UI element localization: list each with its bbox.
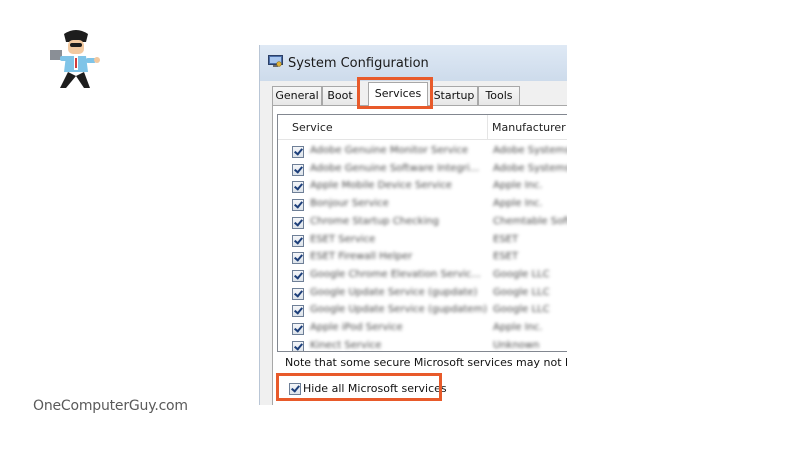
table-row[interactable]: ESET Firewall Helper ESET xyxy=(278,249,567,266)
onecomputerguy-logo xyxy=(50,30,100,88)
service-manufacturer: Google LLC xyxy=(493,268,550,280)
window-title: System Configuration xyxy=(288,56,429,71)
service-manufacturer: ESET xyxy=(493,233,519,245)
table-row[interactable]: Google Update Service (gupdate) Google L… xyxy=(278,285,567,302)
service-checkbox[interactable] xyxy=(292,269,304,282)
service-name: Google Chrome Elevation Servic... xyxy=(310,268,481,280)
tab-services[interactable]: Services xyxy=(368,82,428,106)
tab-startup[interactable]: Startup xyxy=(430,86,478,105)
service-name: Kinect Service xyxy=(310,339,382,351)
service-name: ESET Firewall Helper xyxy=(310,251,413,263)
table-row[interactable]: Chrome Startup Checking Chemtable Soft xyxy=(278,214,567,231)
service-manufacturer: Chemtable Soft xyxy=(493,215,567,227)
service-name: Adobe Genuine Monitor Service xyxy=(310,145,468,156)
table-row[interactable]: Apple iPod Service Apple Inc. xyxy=(278,320,567,337)
table-row[interactable]: Google Update Service (gupdatem) Google … xyxy=(278,302,567,319)
tab-boot[interactable]: Boot xyxy=(322,86,358,105)
service-checkbox[interactable] xyxy=(292,287,304,300)
table-row[interactable]: Adobe Genuine Software Integri... Adobe … xyxy=(278,161,567,178)
table-row[interactable]: Google Chrome Elevation Servic... Google… xyxy=(278,267,567,284)
service-checkbox[interactable] xyxy=(292,252,304,265)
service-name: Apple iPod Service xyxy=(310,322,403,333)
service-name: Apple Mobile Device Service xyxy=(310,180,452,192)
service-checkbox[interactable] xyxy=(292,181,304,194)
hide-microsoft-services-highlight xyxy=(276,373,442,401)
secure-services-note: Note that some secure Microsoft services… xyxy=(285,356,567,369)
service-checkbox[interactable] xyxy=(292,234,304,247)
service-checkbox[interactable] xyxy=(292,340,304,351)
title-bar: System Configuration xyxy=(260,45,567,81)
service-checkbox[interactable] xyxy=(292,199,304,212)
system-configuration-window: System Configuration General Boot Servic… xyxy=(259,45,567,405)
service-manufacturer: Apple Inc. xyxy=(493,180,543,192)
service-name: Google Update Service (gupdate) xyxy=(310,286,478,298)
service-checkbox[interactable] xyxy=(292,305,304,318)
service-manufacturer: Unknown xyxy=(493,339,540,351)
table-row[interactable]: Adobe Genuine Monitor Service Adobe Syst… xyxy=(278,143,567,160)
service-checkbox[interactable] xyxy=(292,323,304,335)
column-divider xyxy=(487,115,488,139)
site-watermark: OneComputerGuy.com xyxy=(33,398,188,414)
services-list[interactable]: Service Manufacturer Adobe Genuine Monit… xyxy=(277,114,567,352)
service-manufacturer: Apple Inc. xyxy=(493,322,543,333)
tab-general[interactable]: General xyxy=(272,86,322,105)
service-manufacturer: Adobe Systems xyxy=(493,162,567,174)
tab-tools[interactable]: Tools xyxy=(478,86,520,105)
msconfig-icon xyxy=(268,55,283,67)
service-manufacturer: Google LLC xyxy=(493,304,550,316)
table-row[interactable]: Kinect Service Unknown xyxy=(278,338,567,351)
service-manufacturer: Google LLC xyxy=(493,286,550,298)
service-checkbox[interactable] xyxy=(292,163,304,176)
service-checkbox[interactable] xyxy=(292,216,304,229)
table-row[interactable]: Bonjour Service Apple Inc. xyxy=(278,196,567,213)
column-header-service[interactable]: Service xyxy=(292,121,333,134)
service-manufacturer: ESET xyxy=(493,251,519,263)
column-header-manufacturer[interactable]: Manufacturer xyxy=(492,121,566,134)
service-checkbox[interactable] xyxy=(292,146,304,158)
service-name: Google Update Service (gupdatem) xyxy=(310,304,488,316)
table-row[interactable]: Apple Mobile Device Service Apple Inc. xyxy=(278,178,567,195)
service-manufacturer: Adobe Systems xyxy=(493,145,567,156)
service-name: Chrome Startup Checking xyxy=(310,215,439,227)
service-manufacturer: Apple Inc. xyxy=(493,198,543,210)
service-name: ESET Service xyxy=(310,233,376,245)
service-name: Bonjour Service xyxy=(310,198,389,210)
list-header: Service Manufacturer xyxy=(278,115,567,140)
table-row[interactable]: ESET Service ESET xyxy=(278,232,567,249)
service-name: Adobe Genuine Software Integri... xyxy=(310,162,480,174)
